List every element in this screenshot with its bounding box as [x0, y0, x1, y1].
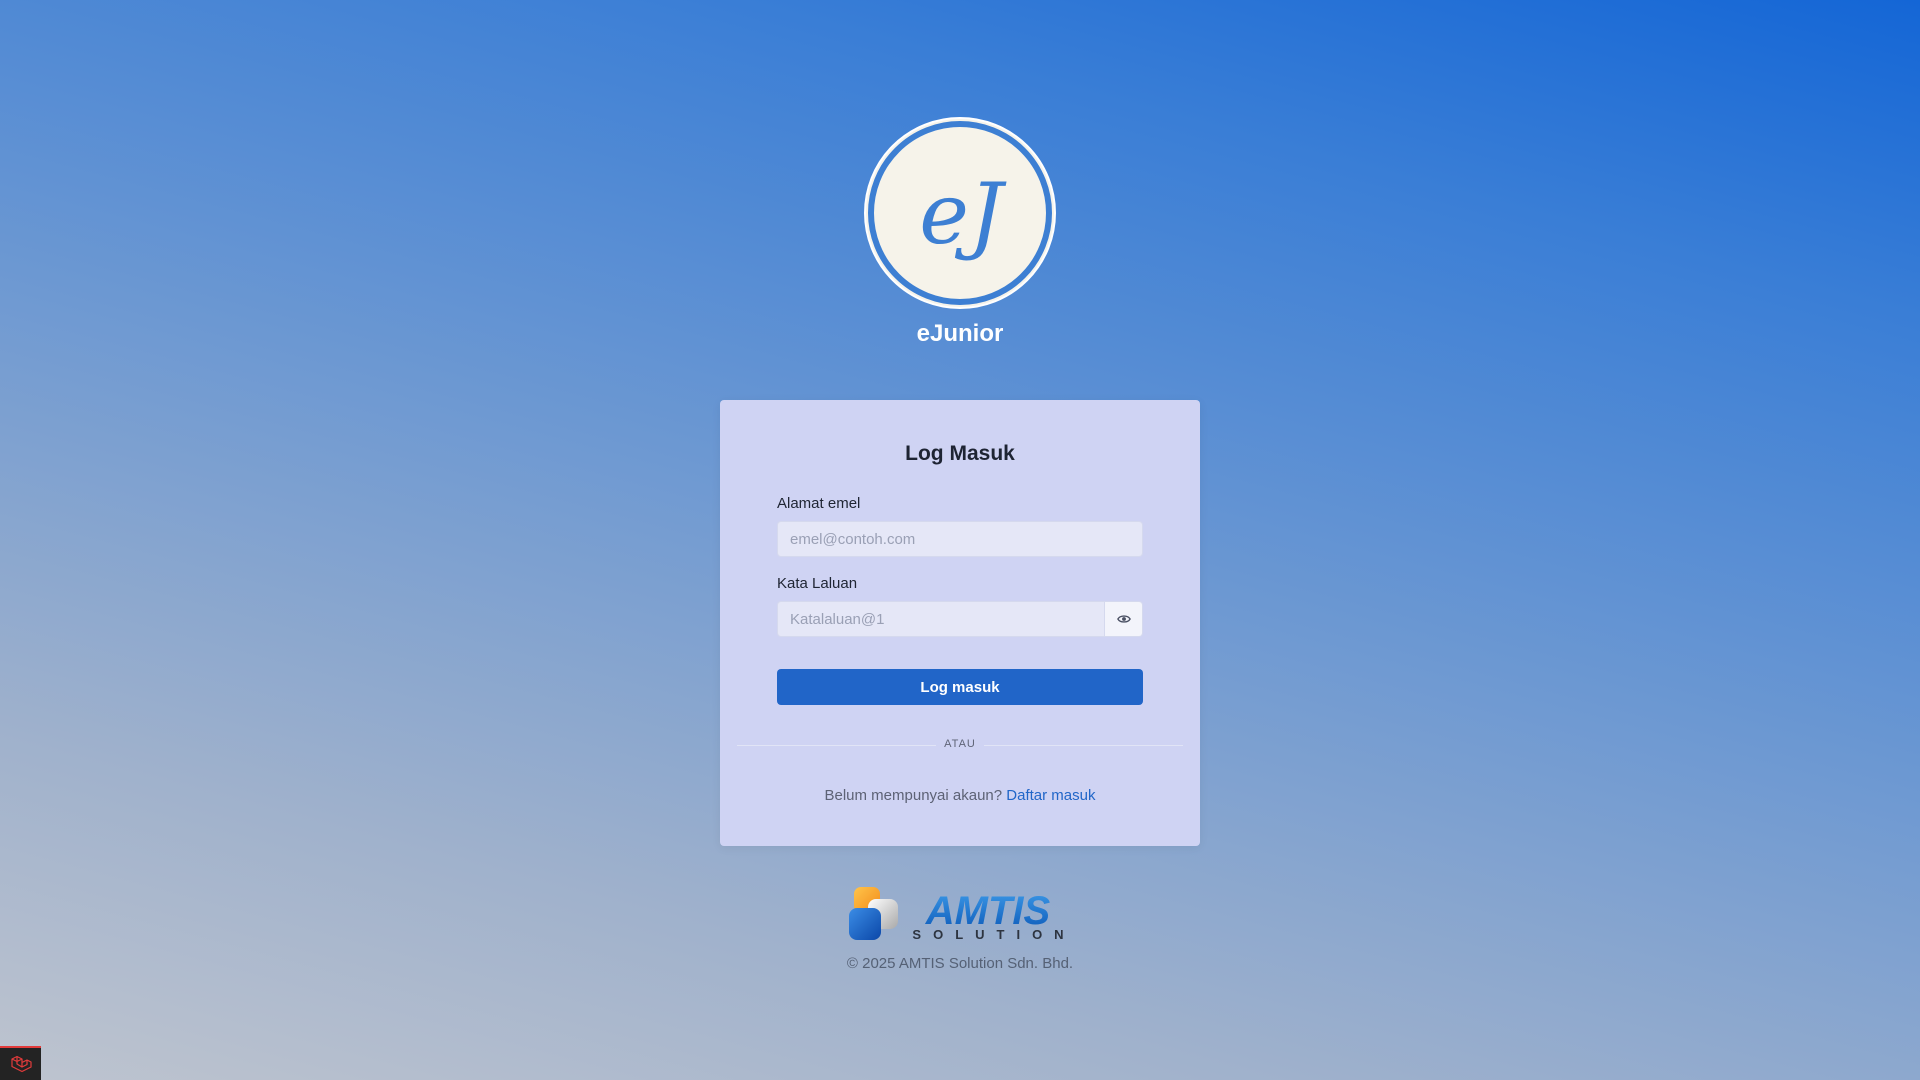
eye-icon	[1116, 615, 1131, 623]
email-label: Alamat emel	[777, 495, 861, 512]
copyright: © 2025 AMTIS Solution Sdn. Bhd.	[846, 955, 1074, 972]
email-input[interactable]	[777, 521, 1143, 557]
signup-link[interactable]: Daftar masuk	[1006, 787, 1095, 804]
show-password-button[interactable]	[1105, 601, 1143, 637]
app-logo-text: eJ	[919, 165, 1007, 263]
password-label: Kata Laluan	[777, 575, 858, 592]
debug-toolbar-toggle[interactable]	[0, 1046, 41, 1080]
login-card: Log Masuk Alamat emel Kata Laluan Log ma…	[720, 400, 1200, 846]
company-logo: AMTIS SOLUTION	[846, 886, 1074, 942]
app-logo-emblem: eJ	[864, 117, 1056, 309]
app-logo: eJ	[864, 117, 1056, 309]
signup-prompt: Belum mempunyai akaun?	[824, 787, 1003, 804]
divider-text: ATAU	[936, 738, 984, 750]
app-name: eJunior	[916, 320, 1004, 347]
divider: ATAU	[720, 738, 1200, 750]
login-button[interactable]: Log masuk	[777, 669, 1143, 705]
amtis-logo-graphic: AMTIS SOLUTION	[849, 887, 1074, 942]
password-input[interactable]	[777, 601, 1105, 637]
laravel-icon	[10, 1055, 32, 1073]
company-logo-subtext: SOLUTION	[912, 927, 1074, 942]
login-title: Log Masuk	[905, 442, 1015, 465]
signup-prompt-row: Belum mempunyai akaun? Daftar masuk	[720, 787, 1200, 804]
